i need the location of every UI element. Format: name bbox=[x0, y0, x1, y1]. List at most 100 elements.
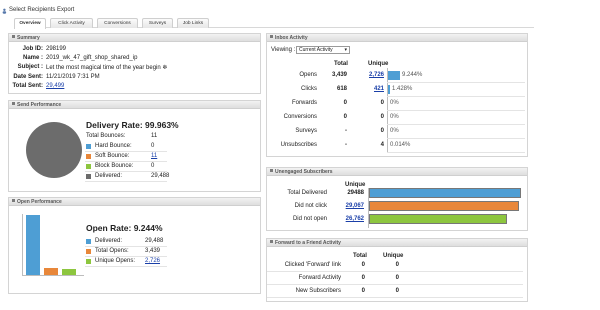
export-button[interactable]: Export bbox=[57, 7, 74, 13]
inbox-row-pct: 0% bbox=[390, 100, 399, 106]
tab-surveys[interactable]: Surveys bbox=[142, 18, 173, 28]
inbox-row-total: 3,439 bbox=[331, 72, 347, 78]
total-bounces-value: 11 bbox=[151, 133, 158, 139]
unengaged-row-label: Did not click bbox=[294, 203, 327, 209]
tab-job-links[interactable]: Job Links bbox=[177, 18, 209, 28]
collapse-icon[interactable] bbox=[270, 240, 273, 244]
collapse-icon[interactable] bbox=[12, 35, 15, 39]
summary-value: 298199 bbox=[46, 46, 67, 52]
inbox-bar bbox=[388, 85, 390, 94]
inbox-row-label: Forwards bbox=[291, 100, 317, 106]
forward-row-label: Clicked 'Forward' link bbox=[284, 262, 341, 268]
inbox-row-label: Unsubscribes bbox=[280, 142, 317, 148]
legend-divider bbox=[85, 266, 167, 267]
unengaged-col-unique: Unique bbox=[345, 182, 366, 188]
viewing-select[interactable]: Current Activity ▾ bbox=[296, 46, 350, 54]
send-performance-title: Send Performance bbox=[17, 102, 62, 108]
open-bar bbox=[44, 268, 58, 275]
inbox-row-label: Conversions bbox=[283, 114, 317, 120]
inbox-row-divider bbox=[387, 96, 525, 97]
tab-conversions[interactable]: Conversions bbox=[97, 18, 138, 28]
forward-friend-panel: Forward to a Friend Activity Total Uniqu… bbox=[266, 238, 528, 302]
legend-swatch bbox=[86, 144, 91, 149]
open-bar bbox=[62, 269, 76, 275]
forward-row-total: 0 bbox=[361, 275, 365, 281]
inbox-row-unique-link[interactable]: 421 bbox=[361, 86, 384, 92]
inbox-row-total: 618 bbox=[336, 86, 347, 92]
inbox-row-unique: 0 bbox=[380, 114, 384, 120]
legend-divider bbox=[85, 246, 167, 247]
forward-friend-title: Forward to a Friend Activity bbox=[275, 240, 341, 246]
delivery-pie-chart bbox=[26, 122, 82, 178]
legend-label: Total Opens: bbox=[95, 248, 129, 254]
legend-swatch bbox=[86, 174, 91, 179]
inbox-row-divider bbox=[387, 152, 525, 153]
pie-slice-delivered bbox=[26, 122, 82, 178]
legend-value: 3,439 bbox=[145, 248, 161, 254]
col-unique-header: Unique bbox=[368, 61, 389, 67]
inbox-row-total: - bbox=[345, 142, 347, 148]
select-recipients-button[interactable]: Select Recipients bbox=[9, 7, 55, 13]
send-performance-panel: Send Performance Delivery Rate: 99.963% … bbox=[8, 100, 261, 192]
open-performance-header: Open Performance bbox=[9, 198, 260, 206]
legend-value: 0 bbox=[151, 143, 155, 149]
legend-value-link[interactable]: 11 bbox=[151, 153, 157, 159]
forward-row-divider bbox=[267, 271, 523, 272]
inbox-row-pct: 0% bbox=[390, 114, 399, 120]
legend-swatch bbox=[86, 249, 91, 254]
forward-row-divider bbox=[267, 284, 523, 285]
legend-swatch bbox=[86, 239, 91, 244]
inbox-row-label: Clicks bbox=[301, 86, 317, 92]
summary-value: 2019_wk_47_gift_shop_shared_ip bbox=[46, 55, 138, 62]
legend-value-link[interactable]: 2,726 bbox=[145, 258, 160, 264]
unengaged-subscribers-panel: Unengaged Subscribers Unique Total Deliv… bbox=[266, 167, 528, 231]
inbox-row-pct: 0% bbox=[390, 128, 399, 134]
delivery-rate-headline: Delivery Rate: 99.963% bbox=[86, 120, 179, 130]
summary-value-link[interactable]: 29,499 bbox=[46, 83, 64, 89]
collapse-icon[interactable] bbox=[270, 35, 273, 39]
inbox-row-total: 0 bbox=[343, 100, 347, 106]
forward-col-total: Total bbox=[353, 253, 367, 259]
tab-click-activity[interactable]: Click Activity bbox=[50, 18, 93, 28]
summary-value: Let the most magical time of the year be… bbox=[46, 65, 168, 72]
summary-label: Total Sent: bbox=[12, 82, 43, 89]
unengaged-title: Unengaged Subscribers bbox=[275, 169, 333, 175]
send-performance-header: Send Performance bbox=[9, 101, 260, 109]
legend-divider bbox=[85, 171, 167, 172]
legend-swatch bbox=[86, 259, 91, 264]
legend-swatch bbox=[86, 164, 91, 169]
open-performance-panel: Open Performance Open Rate: 9.244% Deliv… bbox=[8, 197, 261, 294]
legend-divider bbox=[85, 256, 167, 257]
forward-row-unique: 0 bbox=[395, 275, 399, 281]
tab-overview[interactable]: Overview bbox=[14, 18, 46, 29]
summary-value: 11/21/2019 7:31 PM bbox=[46, 73, 100, 80]
collapse-icon[interactable] bbox=[12, 199, 15, 203]
unengaged-row-value-link[interactable]: 26,762 bbox=[329, 216, 364, 222]
legend-divider bbox=[85, 181, 167, 182]
people-icon bbox=[2, 8, 7, 14]
legend-label: Delivered: bbox=[95, 238, 123, 244]
inbox-bar bbox=[388, 71, 400, 80]
viewing-select-value: Current Activity bbox=[299, 47, 333, 53]
unengaged-row-value: 29488 bbox=[347, 190, 364, 196]
inbox-row-divider bbox=[387, 110, 525, 111]
summary-label: Name : bbox=[22, 55, 43, 62]
inbox-row-pct: 9.244% bbox=[402, 72, 423, 78]
toolbar: Select Recipients Export bbox=[0, 6, 600, 17]
open-chart-y-axis bbox=[22, 214, 23, 276]
forward-row-total: 0 bbox=[361, 262, 365, 268]
unengaged-row-value-link[interactable]: 29,067 bbox=[329, 203, 364, 209]
legend-value: 29,488 bbox=[145, 238, 164, 244]
unengaged-bar bbox=[369, 188, 521, 198]
inbox-activity-title: Inbox Activity bbox=[275, 35, 308, 41]
inbox-row-unique-link[interactable]: 2,726 bbox=[361, 72, 384, 78]
collapse-icon[interactable] bbox=[12, 102, 15, 106]
tab-bar: Overview Click Activity Conversions Surv… bbox=[14, 18, 534, 29]
unengaged-bar bbox=[369, 201, 519, 211]
legend-label: Delivered: bbox=[95, 173, 123, 179]
inbox-row-unique: 0 bbox=[380, 100, 384, 106]
legend-divider bbox=[85, 151, 167, 152]
collapse-icon[interactable] bbox=[270, 169, 273, 173]
legend-value: 29,488 bbox=[151, 173, 170, 179]
legend-value: 0 bbox=[151, 163, 155, 169]
